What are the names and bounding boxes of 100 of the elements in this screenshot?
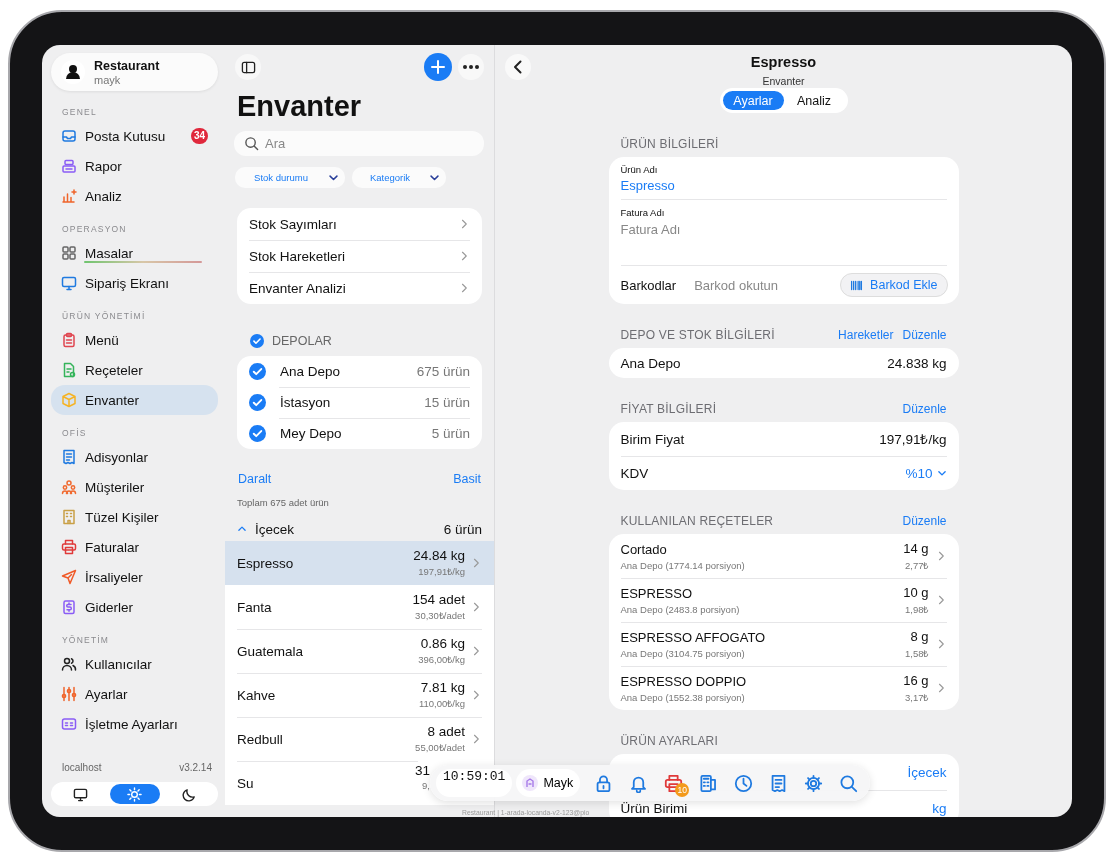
recipe-row[interactable]: ESPRESSO AFFOGATO Ana Depo (3104.75 porsiyon) 8 g 1,58₺ bbox=[620, 622, 947, 666]
tab[interactable]: Ayarlar bbox=[722, 91, 784, 110]
search-input[interactable]: Ara bbox=[265, 136, 465, 151]
menu-row[interactable]: Stok Hareketleri bbox=[237, 240, 482, 272]
sidebar-toggle-icon bbox=[240, 59, 256, 75]
header-link[interactable]: Hareketler bbox=[838, 328, 894, 342]
product-count: 5 ürün bbox=[431, 426, 470, 441]
menu-row[interactable]: Envanter Analizi bbox=[237, 272, 482, 304]
recipe-name: ESPRESSO DOPPIO bbox=[620, 673, 748, 689]
item-name: Su bbox=[237, 775, 255, 791]
sidebar-item[interactable]: Reçeteler bbox=[51, 355, 218, 385]
more-button[interactable] bbox=[458, 54, 484, 80]
sidebar-item[interactable]: Analiz bbox=[51, 181, 218, 211]
recipe-row[interactable]: ESPRESSO DOPPIO Ana Depo (1552.38 porsiyon) 16 g 3,17₺ bbox=[620, 666, 947, 710]
account-name: Restaurant bbox=[94, 58, 160, 73]
account-user: mayk bbox=[94, 73, 122, 86]
sidebar-item[interactable]: Adisyonlar bbox=[51, 442, 218, 472]
id-card-icon bbox=[61, 716, 77, 732]
paper-plane-icon bbox=[61, 569, 77, 585]
building-icon bbox=[61, 509, 77, 525]
sidebar-item[interactable]: Masalar bbox=[51, 238, 218, 268]
vat-dropdown[interactable]: %10 bbox=[905, 465, 947, 481]
chevron-down-icon bbox=[328, 172, 339, 183]
recipe-name: ESPRESSO bbox=[620, 585, 694, 601]
sidebar-item[interactable]: Müşteriler bbox=[51, 472, 218, 502]
sliders-icon bbox=[61, 686, 77, 702]
sidebar-item[interactable]: Giderler bbox=[51, 592, 218, 622]
item-unit-price: 396,00₺/kg bbox=[418, 653, 465, 666]
user-button[interactable]: Mayk bbox=[516, 769, 581, 797]
recipe-row[interactable]: Cortado Ana Depo (1774.14 porsiyon) 14 g 2,77₺ bbox=[620, 534, 947, 578]
section-heading: ÜRÜN AYARLARI bbox=[620, 734, 719, 748]
field-label: Fatura Adı bbox=[620, 206, 666, 218]
header-link[interactable]: Düzenle bbox=[902, 328, 947, 342]
sidebar-item[interactable]: Faturalar bbox=[51, 532, 218, 562]
recipe-name: ESPRESSO AFFOGATO bbox=[620, 629, 767, 645]
warehouse-name: Mey Depo bbox=[280, 426, 343, 441]
item-unit-price: 9, bbox=[421, 780, 430, 791]
filter-dropdown[interactable]: Stok durumu bbox=[235, 167, 345, 188]
search-field[interactable]: Ara bbox=[234, 131, 484, 156]
sidebar-toggle-button[interactable] bbox=[235, 54, 261, 80]
monitor-icon bbox=[61, 275, 77, 291]
view-mode-link[interactable]: Basit bbox=[453, 472, 481, 486]
section-heading: KULLANILAN REÇETELER bbox=[620, 514, 775, 528]
sidebar-item[interactable]: İşletme Ayarları bbox=[51, 709, 218, 739]
item-quantity: 24.84 kg bbox=[413, 548, 465, 563]
chevron-down-icon bbox=[429, 172, 440, 183]
checkbox[interactable] bbox=[249, 394, 266, 411]
item-quantity: 31 bbox=[414, 763, 430, 778]
bar-chart-icon bbox=[61, 188, 77, 204]
recipe-detail: Ana Depo (3104.75 porsiyon) bbox=[620, 647, 746, 659]
dollar-document-icon bbox=[61, 599, 77, 615]
sidebar-item[interactable]: Kullanıcılar bbox=[51, 649, 218, 679]
checkbox[interactable] bbox=[250, 334, 264, 348]
cash-register-icon bbox=[61, 158, 77, 174]
section-heading: YÖNETİM bbox=[61, 634, 111, 647]
collapse-link[interactable]: Daralt bbox=[238, 472, 272, 486]
host-label: localhost bbox=[62, 762, 102, 773]
clock-icon bbox=[734, 773, 754, 793]
receipt-icon bbox=[61, 449, 77, 465]
checkbox[interactable] bbox=[249, 425, 266, 442]
section-heading: OPERASYON bbox=[61, 223, 128, 236]
sidebar-item[interactable]: Rapor bbox=[51, 151, 218, 181]
recipe-cost: 1,98₺ bbox=[904, 602, 929, 616]
inventory-row[interactable]: Espresso 24.84 kg 197,91₺/kg bbox=[225, 541, 494, 585]
recipe-cost: 3,17₺ bbox=[904, 690, 929, 704]
filter-dropdown[interactable]: Kategorik bbox=[352, 167, 446, 188]
sidebar-item[interactable]: İrsaliyeler bbox=[51, 562, 218, 592]
header-link[interactable]: Düzenle bbox=[902, 402, 947, 416]
recipe-row[interactable]: ESPRESSO Ana Depo (2483.8 porsiyon) 10 g 1,98₺ bbox=[620, 578, 947, 622]
account-card[interactable]: Restaurant mayk bbox=[51, 53, 218, 91]
setting-value[interactable]: kg bbox=[932, 800, 947, 816]
recipe-cost: 2,77₺ bbox=[904, 558, 929, 572]
item-quantity: 154 adet bbox=[412, 592, 465, 607]
setting-value[interactable]: İçecek bbox=[907, 764, 947, 780]
item-name: Kahve bbox=[237, 687, 277, 703]
checkbox[interactable] bbox=[249, 363, 266, 380]
sidebar-item[interactable]: Menü bbox=[51, 325, 218, 355]
add-button[interactable] bbox=[424, 53, 452, 81]
warehouse-name: Ana Depo bbox=[280, 364, 342, 379]
sidebar-item[interactable]: Sipariş Ekranı bbox=[51, 268, 218, 298]
chevron-down-icon bbox=[936, 468, 947, 478]
detail-subtitle: Envanter bbox=[762, 75, 805, 87]
recipe-detail: Ana Depo (1552.38 porsiyon) bbox=[620, 691, 746, 703]
header-link[interactable]: Düzenle bbox=[902, 514, 947, 528]
recipe-amount: 14 g bbox=[903, 540, 929, 556]
back-button[interactable] bbox=[505, 54, 531, 80]
add-barcode-button[interactable]: Barkod Ekle bbox=[840, 273, 948, 297]
sidebar-item[interactable]: Envanter bbox=[51, 385, 218, 415]
total-count: Toplam 675 adet ürün bbox=[237, 497, 330, 508]
sidebar-item[interactable]: Tüzel Kişiler bbox=[51, 502, 218, 532]
menu-row[interactable]: Stok Sayımları bbox=[237, 208, 482, 240]
item-unit-price: 110,00₺/kg bbox=[418, 697, 465, 710]
clock-display: 10:59:01 bbox=[436, 769, 513, 797]
tab[interactable]: Analiz bbox=[783, 91, 845, 110]
moon-icon bbox=[181, 786, 197, 802]
row-label: Ürün Birimi bbox=[620, 800, 688, 816]
grid-icon bbox=[61, 245, 77, 261]
sidebar-item[interactable]: Ayarlar bbox=[51, 679, 218, 709]
clipboard-icon bbox=[61, 332, 77, 348]
sidebar-item[interactable]: Posta Kutusu 34 bbox=[51, 121, 218, 151]
